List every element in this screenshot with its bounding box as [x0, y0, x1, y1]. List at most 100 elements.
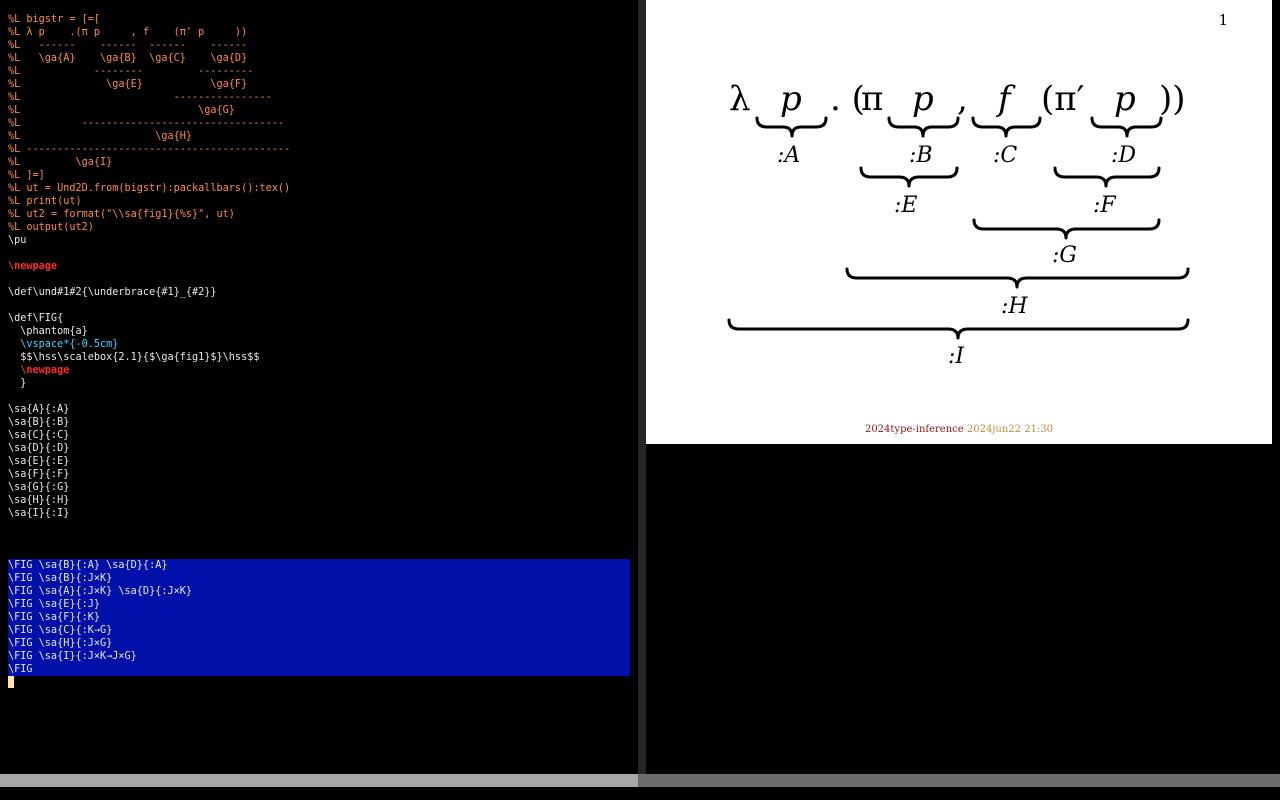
- editor-pane[interactable]: %L bigstr = [=[%L λ p .(π p , f (π' p ))…: [0, 0, 638, 774]
- label-I: :I: [948, 344, 965, 369]
- code-line[interactable]: \FIG \sa{B}{:J×K}: [8, 572, 630, 585]
- underbrace-D: [1090, 116, 1163, 138]
- code-line[interactable]: %L \ga{I}: [8, 156, 630, 169]
- code-line[interactable]: \sa{B}{:B}: [8, 416, 630, 429]
- formula-close: )): [1159, 79, 1186, 119]
- code-line[interactable]: %L \ga{A} \ga{B} \ga{C} \ga{D}: [8, 52, 630, 65]
- code-line[interactable]: [8, 520, 630, 533]
- label-G: :G: [1052, 243, 1077, 268]
- pdf-clock: 22:08: [1011, 787, 1043, 799]
- code-line[interactable]: [8, 299, 630, 312]
- code-line[interactable]: \FIG: [8, 663, 630, 676]
- code-line[interactable]: %L \ga{H}: [8, 130, 630, 143]
- buffer-mode[interactable]: (LaTeX/P eev): [303, 787, 385, 799]
- label-E: :E: [894, 193, 917, 218]
- pdf-footer: 2024type-inference 2024jun22 21:30: [646, 424, 1272, 435]
- code-line[interactable]: [8, 533, 630, 546]
- label-A: :A: [777, 143, 800, 168]
- label-C: :C: [993, 143, 1017, 168]
- code-line[interactable]: \phantom{a}: [8, 325, 630, 338]
- code-line[interactable]: \FIG \sa{B}{:A} \sa{D}{:A}: [8, 559, 630, 572]
- underbrace-G: [972, 218, 1161, 240]
- code-line[interactable]: }: [8, 377, 630, 390]
- code-line[interactable]: %L -------------------------------------…: [8, 143, 630, 156]
- formula-dot-paren: . (: [830, 79, 865, 119]
- code-line[interactable]: %L λ p .(π p , f (π' p )): [8, 26, 630, 39]
- code-line[interactable]: %L bigstr = [=[: [8, 13, 630, 26]
- modeline-left[interactable]: U:**- 2024type-inference.tex 81% L192 (L…: [0, 774, 638, 799]
- code-line[interactable]: \newpage: [8, 364, 630, 377]
- code-line[interactable]: %L \ga{G}: [8, 104, 630, 117]
- formula-diagram: λ p . ( π p , f (π′ p )) :A :B :C :D:E …: [727, 79, 1190, 369]
- code-line[interactable]: [8, 390, 630, 403]
- window-divider[interactable]: [638, 0, 646, 774]
- code-line[interactable]: \sa{G}{:G}: [8, 481, 630, 494]
- code-line[interactable]: [8, 273, 630, 286]
- code-line[interactable]: \sa{A}{:A}: [8, 403, 630, 416]
- code-line[interactable]: \sa{E}{:E}: [8, 455, 630, 468]
- label-F: :F: [1093, 193, 1116, 218]
- formula-p1: p: [780, 79, 802, 119]
- code-line[interactable]: %L -------- ---------: [8, 65, 630, 78]
- formula-f: f: [995, 79, 1016, 119]
- code-line[interactable]: \sa{C}{:C}: [8, 429, 630, 442]
- code-line[interactable]: %L ut2 = format("\\sa{fig1}{%s}", ut): [8, 208, 630, 221]
- code-line[interactable]: %L ut = Und2D.from(bigstr):packallbars()…: [8, 182, 630, 195]
- code-line[interactable]: \sa{F}{:F}: [8, 468, 630, 481]
- pdf-buffer-mode[interactable]: (PDFView eev): [916, 787, 998, 799]
- code-line[interactable]: $$\hss\scalebox{2.1}{$\ga{fig1}$}\hss$$: [8, 351, 630, 364]
- buffer-percent: 81%: [221, 787, 241, 799]
- pdf-buffer-pos: All P1/9: [852, 787, 904, 799]
- text-cursor: [8, 676, 14, 688]
- code-line[interactable]: %L print(ut): [8, 195, 630, 208]
- footer-name: 2024type-inference: [864, 424, 964, 435]
- clock: 22:08: [398, 787, 430, 799]
- underbrace-C: [971, 116, 1042, 138]
- code-line[interactable]: \FIG \sa{A}{:J×K} \sa{D}{:J×K}: [8, 585, 630, 598]
- code-line[interactable]: %L \ga{E} \ga{F}: [8, 78, 630, 91]
- label-H: :H: [1001, 294, 1028, 319]
- code-line[interactable]: \sa{I}{:I}: [8, 507, 630, 520]
- pdf-page[interactable]: 1 λ p . ( π p , f (π′ p )) :A :B:C:D:…: [646, 0, 1272, 444]
- code-line[interactable]: %L ------ ------ ------ ------: [8, 39, 630, 52]
- code-line[interactable]: %L ---------------------------------: [8, 117, 630, 130]
- modeline-right[interactable]: :--- 2024type-inference.pdf All P1/9 (PD…: [638, 774, 1280, 799]
- code-line[interactable]: \FIG \sa{H}{:J×G}: [8, 637, 630, 650]
- code-buffer[interactable]: %L bigstr = [=[%L λ p .(π p , f (π' p ))…: [8, 13, 630, 676]
- code-line[interactable]: \FIG \sa{I}{:J×K→J×G}: [8, 650, 630, 663]
- underbrace-B: [887, 116, 960, 138]
- code-line[interactable]: \pu: [8, 234, 630, 247]
- code-line[interactable]: [8, 247, 630, 260]
- buffer-line: L192: [259, 787, 285, 799]
- code-line[interactable]: \FIG \sa{C}{:K→G}: [8, 624, 630, 637]
- code-line[interactable]: \def\und#1#2{\underbrace{#1}_{#2}}: [8, 286, 630, 299]
- code-line[interactable]: %L output(ut2): [8, 221, 630, 234]
- underbrace-H: [845, 267, 1190, 289]
- buffer-status: U:**-: [12, 787, 45, 799]
- pdf-buffer-status: :---: [650, 787, 676, 799]
- code-line[interactable]: \sa{H}{:H}: [8, 494, 630, 507]
- label-B: :B: [909, 143, 933, 168]
- formula-p3: p: [1114, 79, 1136, 119]
- formula-p2: p: [912, 79, 934, 119]
- pdf-buffer-filename[interactable]: 2024type-inference.pdf: [695, 787, 834, 799]
- code-line[interactable]: \FIG \sa{F}{:K}: [8, 611, 630, 624]
- underbrace-I: [727, 318, 1190, 340]
- code-line[interactable]: %L ----------------: [8, 91, 630, 104]
- code-line[interactable]: %L ]=]: [8, 169, 630, 182]
- buffer-filename[interactable]: 2024type-inference.tex: [63, 787, 202, 799]
- label-D: :D: [1111, 143, 1136, 168]
- code-line[interactable]: \def\FIG{: [8, 312, 630, 325]
- code-line[interactable]: [8, 546, 630, 559]
- formula-comma: ,: [957, 79, 968, 119]
- underbrace-F: [1053, 166, 1161, 188]
- footer-date: 2024jun22 21:30: [966, 424, 1054, 435]
- code-line[interactable]: \newpage: [8, 260, 630, 273]
- formula-pi: π: [861, 79, 883, 119]
- formula-paren-pi-prime: (π′: [1041, 79, 1084, 119]
- code-line[interactable]: \FIG \sa{E}{:J}: [8, 598, 630, 611]
- code-line[interactable]: \vspace*{-0.5cm}: [8, 338, 630, 351]
- code-line[interactable]: \sa{D}{:D}: [8, 442, 630, 455]
- underbrace-E: [859, 166, 959, 188]
- underbrace-A: [755, 116, 828, 138]
